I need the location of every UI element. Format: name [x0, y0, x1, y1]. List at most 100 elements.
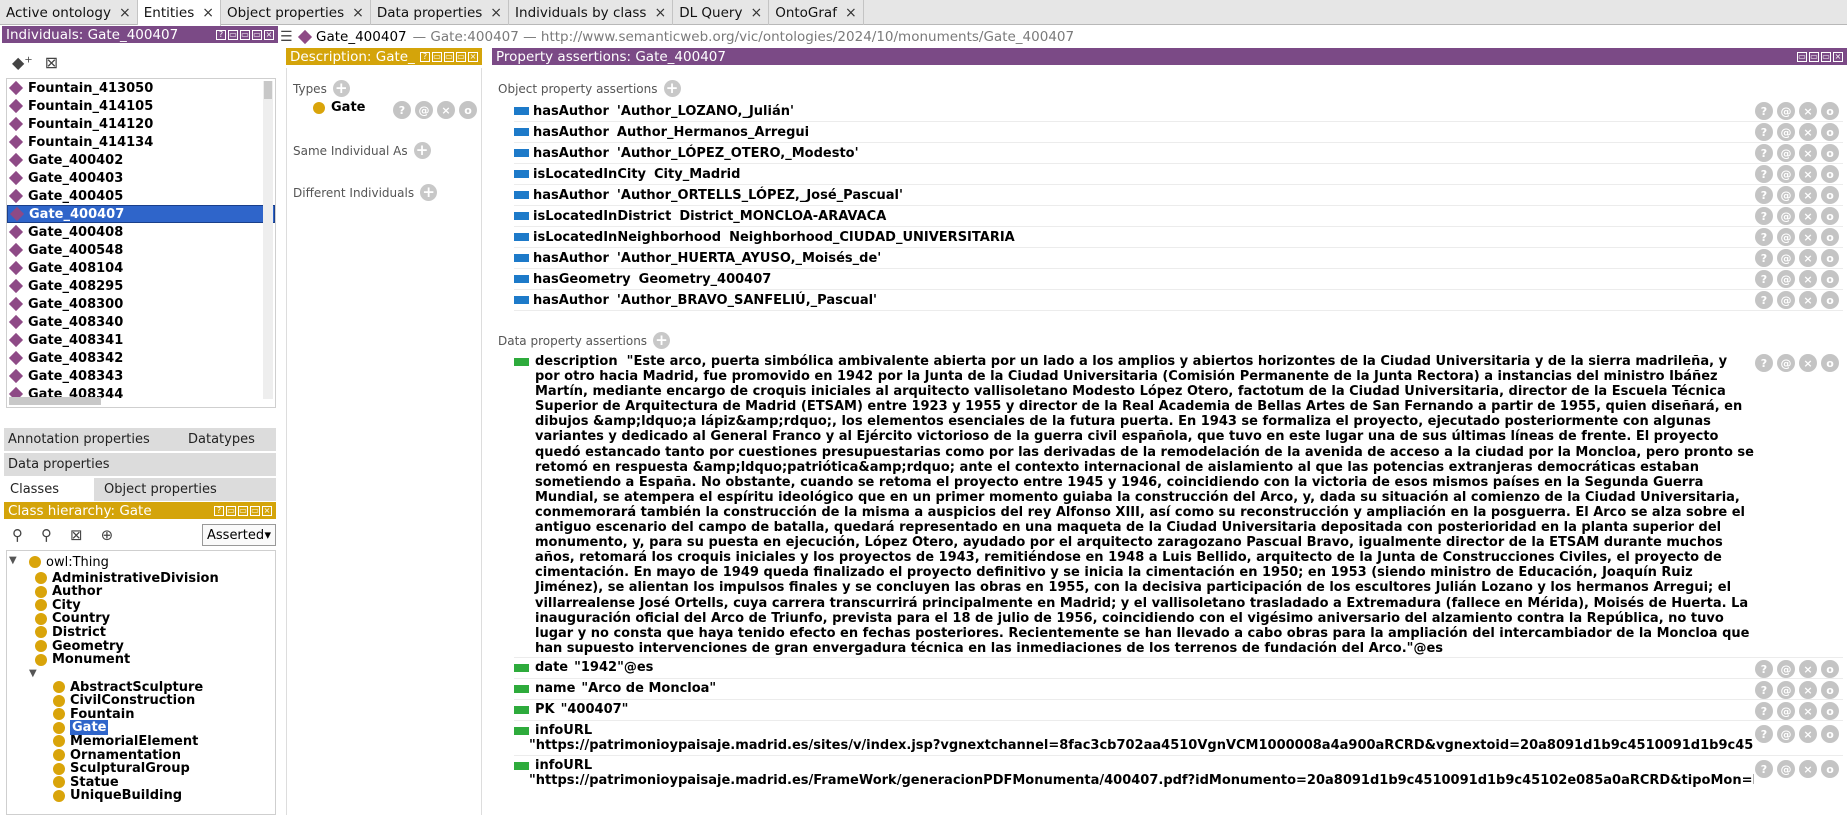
delete-icon[interactable]: ×: [437, 101, 455, 119]
data-property-assertion[interactable]: infoURL "https://patrimonioypaisaje.madri…: [514, 758, 1754, 788]
edit-icon[interactable]: o: [1821, 102, 1839, 120]
assertion-row-buttons[interactable]: ? @ × o: [1755, 725, 1839, 743]
individual-list-item[interactable]: Gate_400548: [7, 241, 275, 259]
object-property-assertion[interactable]: hasAuthor 'Author_LOZANO,_Julián': [514, 102, 794, 120]
class-tree[interactable]: ▼ owl:Thing AdministrativeDivision Author…: [6, 550, 276, 815]
delete-icon[interactable]: ×: [1799, 354, 1817, 372]
edit-icon[interactable]: o: [459, 101, 477, 119]
description-row-buttons[interactable]: ? @ × o: [1755, 354, 1839, 372]
assertion-row-buttons[interactable]: ? @ × o: [1755, 144, 1839, 162]
assertion-row-buttons[interactable]: ? @ × o: [1755, 760, 1839, 778]
tree-node-owl-thing[interactable]: owl:Thing: [29, 554, 109, 570]
individual-list-item[interactable]: Gate_400403: [7, 169, 275, 187]
edit-icon[interactable]: o: [1821, 702, 1839, 720]
window-buttons[interactable]: ? ▭ ▭ ▭ ×: [216, 29, 274, 40]
delete-icon[interactable]: ×: [1799, 228, 1817, 246]
target-icon[interactable]: ⊕: [101, 526, 114, 544]
explain-icon[interactable]: ?: [1755, 144, 1773, 162]
close-icon[interactable]: ×: [202, 5, 214, 21]
edit-icon[interactable]: o: [1821, 144, 1839, 162]
description-assertion[interactable]: description "Este arco, puerta simbólica…: [514, 354, 1754, 656]
edit-icon[interactable]: o: [1821, 291, 1839, 309]
close-icon[interactable]: ×: [119, 5, 131, 21]
scrollbar-thumb[interactable]: [264, 81, 272, 99]
data-property-assertion[interactable]: infoURL "https://patrimonioypaisaje.madri…: [514, 723, 1754, 753]
delete-icon[interactable]: ×: [1799, 702, 1817, 720]
tab-dl-query[interactable]: DL Query ×: [673, 0, 770, 25]
data-property-assertion[interactable]: name "Arco de Moncloa": [514, 681, 716, 696]
explain-icon[interactable]: ?: [1755, 270, 1773, 288]
explain-icon[interactable]: ?: [1755, 354, 1773, 372]
annotate-icon[interactable]: @: [1777, 660, 1795, 678]
delete-icon[interactable]: ×: [1799, 186, 1817, 204]
explain-icon[interactable]: ?: [1755, 291, 1773, 309]
tab-classes[interactable]: Classes: [4, 478, 94, 501]
tab-entities[interactable]: Entities ×: [137, 0, 221, 26]
individual-list-item[interactable]: Gate_408300: [7, 295, 275, 313]
explain-icon[interactable]: ?: [1755, 681, 1773, 699]
hierarchy-mode-select[interactable]: Asserted ▾: [202, 524, 276, 546]
object-property-assertion[interactable]: hasAuthor 'Author_ORTELLS_LÓPEZ,_José_Pa…: [514, 186, 903, 204]
tab-active-ontology[interactable]: Active ontology ×: [0, 0, 138, 25]
assertion-row-buttons[interactable]: ? @ × o: [1755, 270, 1839, 288]
tab-object-properties[interactable]: Object properties ×: [221, 0, 371, 25]
annotate-icon[interactable]: @: [1777, 144, 1795, 162]
individual-list-item[interactable]: Gate_400402: [7, 151, 275, 169]
add-object-property-icon[interactable]: +: [663, 80, 681, 97]
annotate-icon[interactable]: @: [1777, 354, 1795, 372]
delete-icon[interactable]: ×: [1799, 681, 1817, 699]
assertion-row-buttons[interactable]: ? @ × o: [1755, 207, 1839, 225]
explain-icon[interactable]: ?: [1755, 660, 1773, 678]
tab-ontograf[interactable]: OntoGraf ×: [769, 0, 864, 25]
data-property-assertion[interactable]: PK "400407": [514, 702, 628, 717]
tree-node-class[interactable]: UniqueBuilding: [53, 788, 182, 804]
menu-icon[interactable]: ☰: [280, 29, 294, 45]
close-icon[interactable]: ×: [352, 5, 364, 21]
edit-icon[interactable]: o: [1821, 165, 1839, 183]
individual-list-item[interactable]: Gate_400405: [7, 187, 275, 205]
annotate-icon[interactable]: @: [1777, 702, 1795, 720]
object-property-assertion[interactable]: hasAuthor 'Author_LÓPEZ_OTERO,_Modesto': [514, 144, 859, 162]
delete-icon[interactable]: ×: [1799, 725, 1817, 743]
delete-icon[interactable]: ×: [1799, 291, 1817, 309]
explain-icon[interactable]: ?: [1755, 725, 1773, 743]
edit-icon[interactable]: o: [1821, 249, 1839, 267]
tab-individuals-by-class[interactable]: Individuals by class ×: [509, 0, 674, 25]
assertion-row-buttons[interactable]: ? @ × o: [1755, 291, 1839, 309]
edit-icon[interactable]: o: [1821, 207, 1839, 225]
delete-icon[interactable]: ×: [1799, 165, 1817, 183]
tab-annotation-properties[interactable]: Annotation properties: [8, 432, 188, 447]
type-row[interactable]: Gate: [313, 100, 365, 115]
individual-list-item[interactable]: Gate_400407: [7, 205, 275, 223]
assertion-row-buttons[interactable]: ? @ × o: [1755, 249, 1839, 267]
assertion-row-buttons[interactable]: ? @ × o: [1755, 123, 1839, 141]
annotate-icon[interactable]: @: [1777, 165, 1795, 183]
individual-list-item[interactable]: Fountain_414120: [7, 115, 275, 133]
individual-list-item[interactable]: Fountain_414134: [7, 133, 275, 151]
object-property-assertion[interactable]: isLocatedInDistrict District_MONCLOA-ARA…: [514, 207, 886, 225]
delete-icon[interactable]: ×: [1799, 270, 1817, 288]
tab-datatypes[interactable]: Datatypes: [188, 432, 255, 447]
tab-data-properties-left[interactable]: Data properties: [4, 453, 276, 476]
explain-icon[interactable]: ?: [1755, 760, 1773, 778]
individual-list-item[interactable]: Gate_408343: [7, 367, 275, 385]
explain-icon[interactable]: ?: [1755, 228, 1773, 246]
assertion-row-buttons[interactable]: ? @ × o: [1755, 165, 1839, 183]
close-icon[interactable]: ×: [654, 5, 666, 21]
delete-icon[interactable]: ×: [1799, 660, 1817, 678]
individual-list-item[interactable]: Gate_408295: [7, 277, 275, 295]
assertion-row-buttons[interactable]: ? @ × o: [1755, 102, 1839, 120]
object-property-assertion[interactable]: hasGeometry Geometry_400407: [514, 270, 771, 288]
object-property-assertion[interactable]: hasAuthor 'Author_BRAVO_SANFELIÚ,_Pascua…: [514, 291, 877, 309]
tab-object-properties-left[interactable]: Object properties: [94, 482, 217, 497]
tab-data-properties[interactable]: Data properties ×: [371, 0, 510, 25]
edit-icon[interactable]: o: [1821, 354, 1839, 372]
annotate-icon[interactable]: @: [415, 101, 433, 119]
edit-icon[interactable]: o: [1821, 123, 1839, 141]
window-buttons[interactable]: ? ▭ ▭ ▭ ×: [214, 505, 272, 516]
individual-list-item[interactable]: Gate_408342: [7, 349, 275, 367]
add-subclass-icon[interactable]: ⚲: [12, 526, 23, 544]
delete-class-icon[interactable]: ⊠: [70, 526, 83, 544]
close-icon[interactable]: ×: [845, 5, 857, 21]
object-property-assertion[interactable]: isLocatedInCity City_Madrid: [514, 165, 740, 183]
